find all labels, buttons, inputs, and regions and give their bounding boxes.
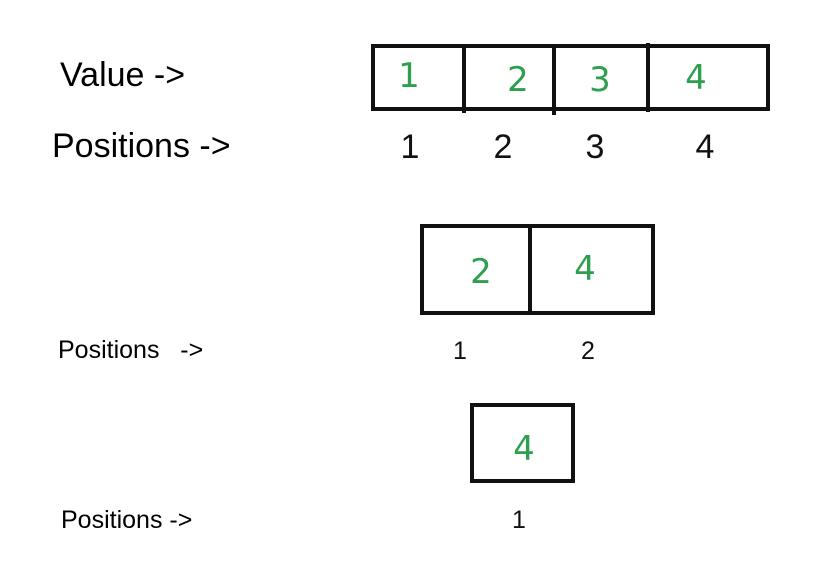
position-number: 3 (585, 128, 605, 166)
positions-label-row1: Positions -> (52, 127, 231, 165)
positions-label-row2: Positions -> (58, 336, 204, 364)
cell-value: 4 (685, 58, 707, 98)
cell-divider (528, 224, 532, 315)
cell-divider (552, 44, 556, 115)
value-label: Value -> (60, 56, 186, 94)
cell-divider (646, 43, 650, 112)
cell-value: 2 (470, 252, 492, 292)
position-number: 1 (512, 506, 526, 534)
position-number: 1 (400, 128, 420, 166)
array-row1 (371, 44, 770, 111)
cell-value: 2 (507, 60, 529, 100)
position-number: 2 (581, 337, 595, 365)
position-number: 4 (695, 128, 715, 166)
position-number: 1 (453, 337, 467, 365)
cell-value: 4 (574, 249, 596, 289)
cell-value: 4 (513, 429, 535, 469)
cell-value: 1 (398, 56, 420, 96)
positions-label-row3: Positions -> (61, 506, 193, 534)
array-row2 (420, 224, 655, 315)
cell-value: 3 (589, 60, 611, 100)
position-number: 2 (493, 128, 513, 166)
cell-divider (462, 44, 466, 113)
